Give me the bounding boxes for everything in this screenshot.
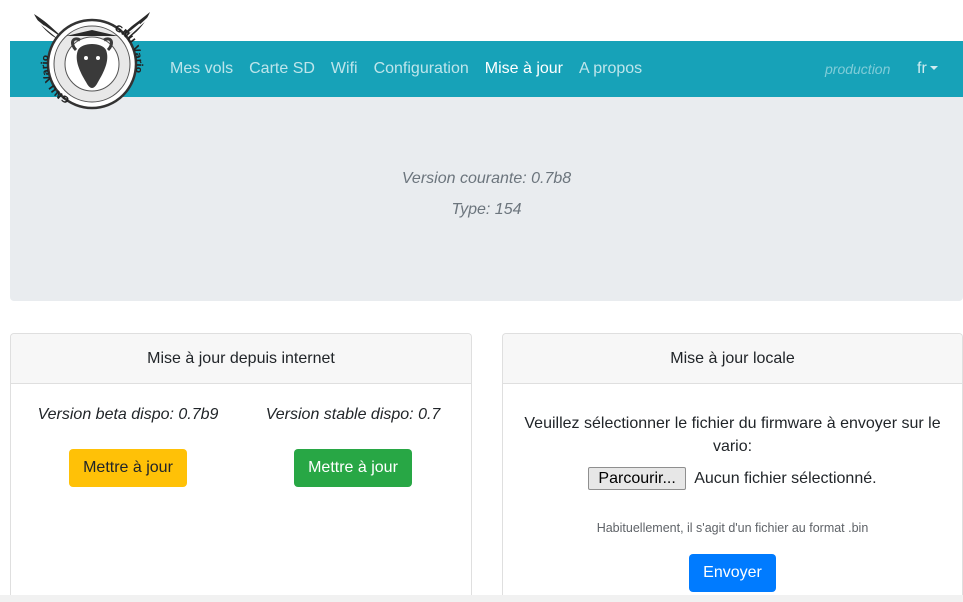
local-update-card: Mise à jour locale Veuillez sélectionner… xyxy=(502,333,963,602)
browse-file-button[interactable]: Parcourir... xyxy=(588,467,686,490)
version-jumbotron: Version courante: 0.7b8 Type: 154 xyxy=(10,97,963,301)
nav-item-configuration[interactable]: Configuration xyxy=(374,60,469,78)
send-firmware-button[interactable]: Envoyer xyxy=(689,554,776,592)
language-dropdown[interactable]: fr xyxy=(917,41,938,97)
stable-column: Version stable dispo: 0.7 Mettre à jour xyxy=(240,406,466,487)
logo-gnu-eye-right xyxy=(96,56,100,60)
internet-update-card: Mise à jour depuis internet Version beta… xyxy=(10,333,472,602)
send-button-wrap: Envoyer xyxy=(503,554,962,592)
file-status-text: Aucun fichier sélectionné. xyxy=(694,469,877,487)
nav-item-carte-sd[interactable]: Carte SD xyxy=(249,60,315,78)
nav-item-mes-vols[interactable]: Mes vols xyxy=(170,60,233,78)
file-input[interactable]: Parcourir... Aucun fichier sélectionné. xyxy=(503,467,962,490)
update-beta-button[interactable]: Mettre à jour xyxy=(69,449,187,487)
logo-gnu-eye-left xyxy=(84,56,88,60)
gnu-vario-logo[interactable]: GNU Vario GNU Vario xyxy=(30,10,154,112)
nav-item-mise-a-jour[interactable]: Mise à jour xyxy=(485,60,563,78)
horizontal-scrollbar[interactable] xyxy=(0,595,963,602)
language-label: fr xyxy=(917,60,927,77)
file-format-hint: Habituellement, il s'agit d'un fichier a… xyxy=(596,521,869,535)
device-type-text: Type: 154 xyxy=(451,201,522,218)
current-version-text: Version courante: 0.7b8 xyxy=(401,170,572,187)
beta-version-text: Version beta dispo: 0.7b9 xyxy=(37,406,219,423)
environment-label: production xyxy=(825,61,891,77)
nav-links: Mes vols Carte SD Wifi Configuration Mis… xyxy=(170,41,658,97)
nav-item-a-propos[interactable]: A propos xyxy=(579,60,642,78)
caret-down-icon xyxy=(929,66,938,70)
internet-update-header: Mise à jour depuis internet xyxy=(11,334,471,384)
update-stable-button[interactable]: Mettre à jour xyxy=(294,449,412,487)
stable-version-text: Version stable dispo: 0.7 xyxy=(265,406,441,423)
nav-item-wifi[interactable]: Wifi xyxy=(331,60,358,78)
beta-column: Version beta dispo: 0.7b9 Mettre à jour xyxy=(15,406,241,487)
firmware-prompt-text: Veuillez sélectionner le fichier du firm… xyxy=(524,415,941,455)
local-update-header: Mise à jour locale xyxy=(503,334,962,384)
